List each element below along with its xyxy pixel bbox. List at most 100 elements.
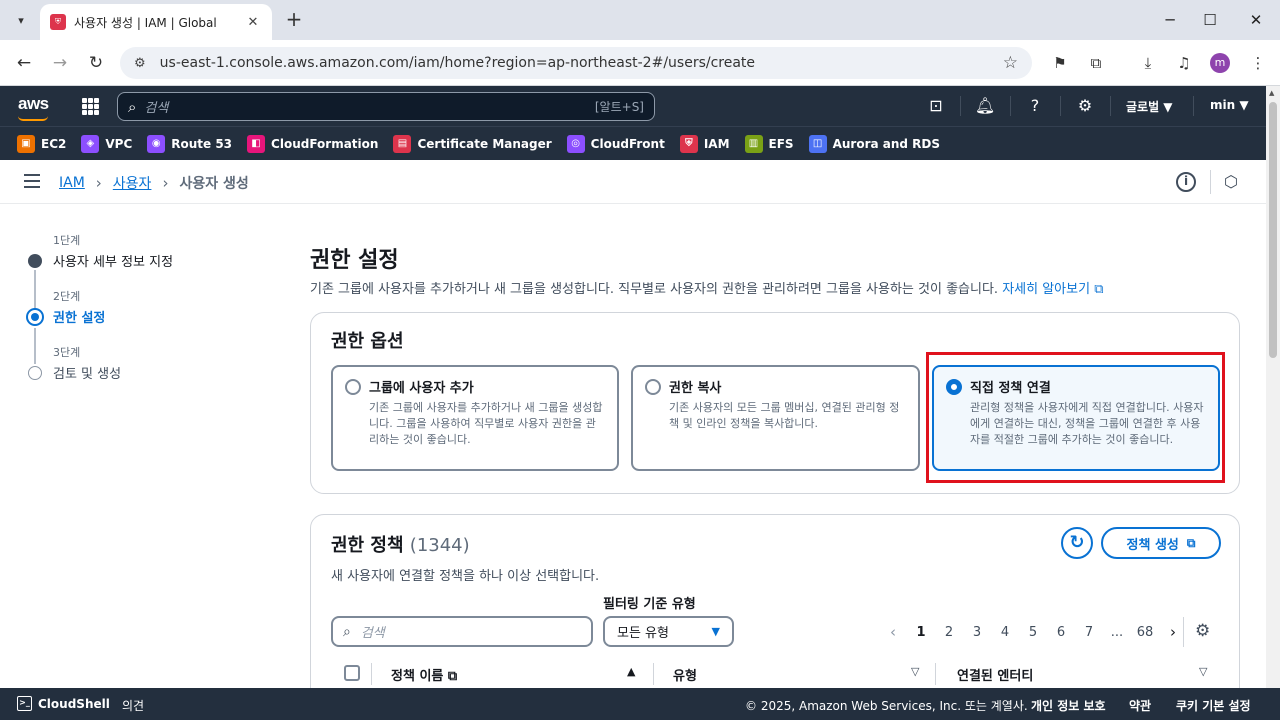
more-menu-icon[interactable]: ⋮ (1246, 51, 1270, 75)
step-number: 3단계 (53, 346, 81, 359)
hexagon-settings-icon[interactable]: ⬡ (1224, 172, 1238, 191)
page-4[interactable]: 4 (991, 625, 1019, 640)
gear-icon[interactable]: ⚙ (1073, 94, 1097, 118)
page-3[interactable]: 3 (963, 625, 991, 640)
divider (1193, 96, 1194, 116)
option-copy-permissions[interactable]: 권한 복사 기존 사용자의 모든 그룹 멤버십, 연결된 관리형 정책 및 인라… (631, 365, 920, 471)
ec2-icon: ▣ (17, 134, 35, 153)
browser-tab[interactable]: ⛨ 사용자 생성 | IAM | Global ✕ (40, 4, 272, 40)
region-menu[interactable]: 글로벌 ▼ (1126, 98, 1173, 115)
gear-icon[interactable]: ⚙ (1195, 621, 1210, 641)
refresh-button[interactable]: ↻ (1061, 527, 1093, 559)
services-grid-icon[interactable] (82, 98, 99, 115)
divider (1183, 617, 1184, 647)
pagination-ellipsis: ... (1110, 624, 1124, 640)
bookmark-star-icon[interactable]: ☆ (1003, 53, 1018, 73)
favorite-cloudformation[interactable]: ◧ CloudFormation (247, 134, 378, 153)
page-1[interactable]: 1 (907, 625, 935, 640)
step-number: 1단계 (53, 234, 81, 247)
console-footer: >_ CloudShell 의견 © 2025, Amazon Web Serv… (0, 688, 1280, 720)
favorite-cloudfront[interactable]: ◎ CloudFront (566, 134, 665, 153)
cloudshell-button[interactable]: >_ CloudShell (17, 696, 110, 711)
iam-favicon-icon: ⛨ (50, 14, 66, 30)
media-control-icon[interactable]: ♫ (1172, 51, 1196, 75)
favorite-certificate-manager[interactable]: ▤ Certificate Manager (393, 134, 552, 153)
step-3: 3단계 검토 및 생성 (24, 344, 274, 400)
privacy-link[interactable]: 개인 정보 보호 (1031, 697, 1106, 714)
page-scrollbar[interactable]: ▲ (1266, 86, 1280, 688)
download-icon[interactable]: ⤓ (1136, 51, 1160, 75)
aws-logo[interactable]: aws (18, 94, 49, 114)
profile-avatar[interactable]: m (1210, 53, 1230, 73)
filter-type-select[interactable]: 모든 유형 ▼ (603, 616, 734, 647)
policy-search-input[interactable]: ⌕ 검색 (331, 616, 593, 647)
column-type[interactable]: 유형 (673, 665, 697, 684)
permission-policies-panel: 권한 정책 (1344) ↻ 정책 생성 ⧉ 새 사용자에 연결할 정책을 하나 … (310, 514, 1240, 714)
page-6[interactable]: 6 (1047, 625, 1075, 640)
page-68[interactable]: 68 (1131, 625, 1159, 640)
close-icon[interactable]: ✕ (244, 15, 262, 30)
learn-more-link[interactable]: 자세히 알아보기 ⧉ (1002, 282, 1103, 297)
panel-description: 새 사용자에 연결할 정책을 하나 이상 선택합니다. (331, 569, 600, 584)
divider (960, 96, 961, 116)
radio-button[interactable] (645, 379, 661, 395)
console-search[interactable]: ⌕ 검색 [알트+S] (117, 92, 655, 121)
favorite-efs[interactable]: ▥ EFS (744, 134, 794, 153)
favorite-label: Route 53 (171, 136, 233, 151)
feedback-link[interactable]: 의견 (122, 697, 144, 714)
favorite-vpc[interactable]: ◈ VPC (81, 134, 132, 153)
bell-icon[interactable]: 🔔︎ (973, 94, 997, 118)
column-attached-entities[interactable]: 연결된 엔터티 (957, 665, 1033, 684)
extension-blocked-icon[interactable]: ⚑ (1048, 51, 1072, 75)
option-description: 기존 사용자의 모든 그룹 멤버십, 연결된 관리형 정책 및 인라인 정책을 … (669, 401, 900, 430)
step-1[interactable]: 1단계 사용자 세부 정보 지정 (24, 232, 274, 310)
scroll-thumb[interactable] (1269, 102, 1277, 358)
chevron-left-icon[interactable]: ‹ (879, 623, 907, 641)
step-name: 검토 및 생성 (53, 367, 122, 382)
sort-icon[interactable]: ▽ (1199, 665, 1207, 678)
cookie-preferences-link[interactable]: 쿠키 기본 설정 (1176, 697, 1251, 714)
radio-button[interactable] (345, 379, 361, 395)
divider (935, 663, 936, 685)
step-dot-icon (28, 366, 42, 380)
favorite-ec2[interactable]: ▣ EC2 (17, 134, 66, 153)
maximize-icon[interactable]: ☐ (1196, 8, 1224, 32)
step-2[interactable]: 2단계 권한 설정 (24, 288, 274, 364)
favorite-route-53[interactable]: ◉ Route 53 (147, 134, 233, 153)
page-5[interactable]: 5 (1019, 625, 1047, 640)
tab-search-button[interactable]: ▾ (8, 8, 34, 32)
select-all-checkbox[interactable] (344, 665, 360, 681)
window-close-icon[interactable]: ✕ (1242, 8, 1270, 32)
site-info-icon[interactable]: ⚙ (134, 56, 146, 71)
back-arrow-icon[interactable]: ← (12, 51, 36, 75)
rds-icon: ◫ (808, 134, 827, 153)
favorite-iam[interactable]: ⛨ IAM (679, 134, 730, 153)
url-field[interactable]: ⚙ us-east-1.console.aws.amazon.com/iam/h… (120, 47, 1032, 79)
forward-arrow-icon[interactable]: → (48, 51, 72, 75)
account-menu[interactable]: min ▼ (1210, 98, 1249, 112)
divider (653, 663, 654, 685)
page-2[interactable]: 2 (935, 625, 963, 640)
sort-icon[interactable]: ▽ (911, 665, 919, 678)
favorite-aurora-and-rds[interactable]: ◫ Aurora and RDS (808, 134, 940, 153)
cloudfront-icon: ◎ (566, 134, 585, 153)
help-icon[interactable]: ? (1023, 94, 1047, 118)
breadcrumb-users[interactable]: 사용자 (113, 173, 152, 193)
create-policy-button[interactable]: 정책 생성 ⧉ (1101, 527, 1221, 559)
side-nav-menu-icon[interactable] (24, 174, 40, 188)
page-7[interactable]: 7 (1075, 625, 1103, 640)
minimize-icon[interactable]: ─ (1156, 8, 1184, 32)
info-icon[interactable]: i (1176, 172, 1196, 192)
column-policy-name[interactable]: 정책 이름 ⧉ (391, 665, 457, 684)
reload-icon[interactable]: ↻ (84, 51, 108, 75)
sort-ascending-icon[interactable]: ▲ (627, 665, 635, 678)
wizard-steps: 1단계 사용자 세부 정보 지정 2단계 권한 설정 3단계 검토 및 생성 (24, 232, 274, 400)
cloudshell-icon[interactable]: ⊡ (924, 94, 948, 118)
breadcrumb-iam[interactable]: IAM (59, 175, 85, 191)
extensions-puzzle-icon[interactable]: ⧉ (1084, 51, 1108, 75)
scroll-up-icon[interactable]: ▲ (1269, 89, 1274, 97)
terms-link[interactable]: 약관 (1129, 697, 1151, 714)
pagination: ‹ 1 2 3 4 5 6 7... 68 › (879, 623, 1187, 641)
new-tab-button[interactable]: + (282, 8, 306, 32)
option-add-to-group[interactable]: 그룹에 사용자 추가 기존 그룹에 사용자를 추가하거나 새 그룹을 생성합니다… (331, 365, 619, 471)
